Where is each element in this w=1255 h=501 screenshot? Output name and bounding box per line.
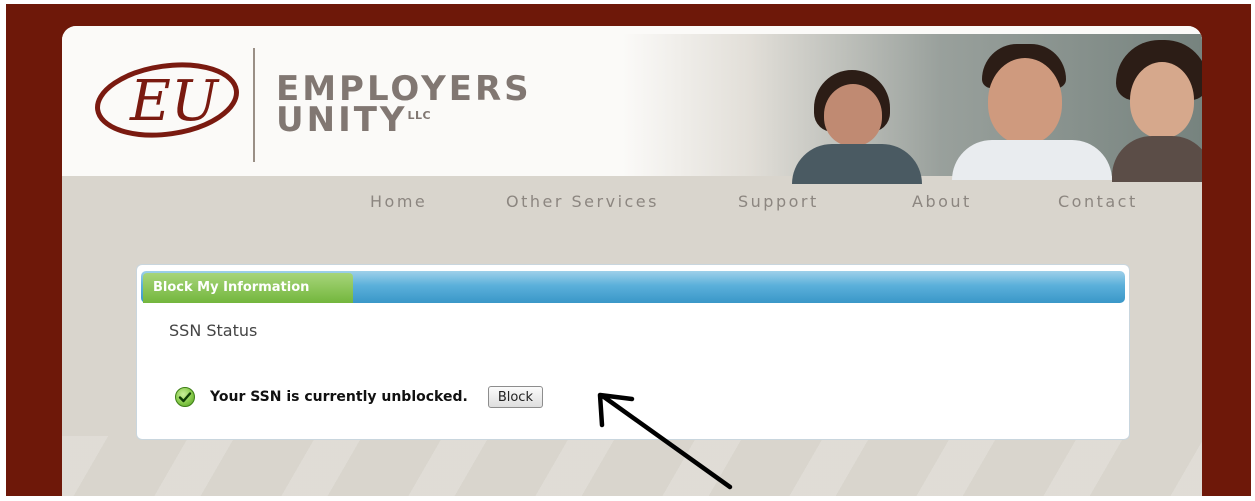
svg-text:EU: EU <box>129 69 220 134</box>
photo-person-center <box>952 44 1112 180</box>
ssn-status-message: Your SSN is currently unblocked. <box>210 389 468 405</box>
header-divider <box>253 48 255 162</box>
section-title: SSN Status <box>169 321 258 340</box>
brand-suffix: LLC <box>407 109 432 123</box>
block-button[interactable]: Block <box>487 386 543 408</box>
tab-block-my-information[interactable]: Block My Information <box>143 273 353 303</box>
nav-support[interactable]: Support <box>738 192 819 211</box>
eu-logo-icon: EU <box>95 62 239 138</box>
site-header: EU EMPLOYERS UNITYLLC <box>62 26 1202 184</box>
photo-person-right <box>1112 40 1202 182</box>
nav-contact[interactable]: Contact <box>1058 192 1138 211</box>
brand-wordmark: EMPLOYERS UNITYLLC <box>276 72 532 141</box>
brand-name-line2: UNITY <box>276 100 408 141</box>
header-photo <box>622 34 1202 184</box>
nav-home[interactable]: Home <box>370 192 427 211</box>
ssn-status-row: Your SSN is currently unblocked. Block <box>175 385 543 409</box>
nav-about[interactable]: About <box>912 192 972 211</box>
main-nav: Home Other Services Support About Contac… <box>62 176 1202 224</box>
photo-person-left <box>792 70 922 184</box>
check-circle-icon <box>175 387 195 407</box>
annotation-arrow-icon <box>597 392 733 490</box>
nav-other-services[interactable]: Other Services <box>506 192 659 211</box>
